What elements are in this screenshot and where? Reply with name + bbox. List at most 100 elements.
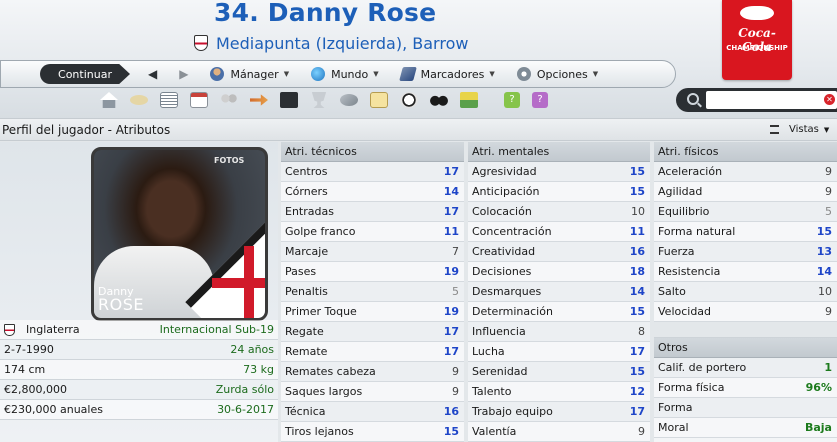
attribute-row[interactable]: Serenidad 15 <box>468 362 650 382</box>
attribute-row[interactable]: Marcaje 7 <box>281 242 464 262</box>
forward-arrow-icon[interactable]: ▶ <box>179 67 188 81</box>
attribute-value: 15 <box>629 365 645 378</box>
info-row-nation: Inglaterra Internacional Sub-19 <box>0 320 278 340</box>
back-arrow-icon[interactable]: ◀ <box>148 67 157 81</box>
attribute-row[interactable]: Técnica 16 <box>281 402 464 422</box>
search-icon[interactable] <box>687 93 699 105</box>
attribute-row[interactable]: Forma natural 15 <box>654 222 837 242</box>
help-purple-icon[interactable]: ? <box>532 92 548 108</box>
attribute-row[interactable]: Golpe franco 11 <box>281 222 464 242</box>
attribute-row[interactable]: Anticipación 15 <box>468 182 650 202</box>
attribute-name: Agresividad <box>472 165 537 178</box>
attribute-row[interactable]: Entradas 17 <box>281 202 464 222</box>
attribute-row[interactable]: Colocación 10 <box>468 202 650 222</box>
attribute-value: 9 <box>638 425 645 438</box>
attribute-row[interactable]: Pases 19 <box>281 262 464 282</box>
attribute-row[interactable]: Desmarques 14 <box>468 282 650 302</box>
calendar-icon[interactable] <box>190 92 208 108</box>
attribute-name: Concentración <box>472 225 552 238</box>
attribute-row[interactable]: Calif. de portero 1 <box>654 358 837 378</box>
attribute-value: 11 <box>443 225 459 238</box>
views-dropdown[interactable]: Vistas ▼ <box>770 124 829 135</box>
attribute-value: 19 <box>443 265 459 278</box>
attribute-row[interactable]: Saques largos 9 <box>281 382 464 402</box>
gear-icon <box>516 67 531 81</box>
binoculars-icon[interactable] <box>430 92 448 108</box>
sponsor-logo: Coca-Cola CHAMPIONSHIP <box>722 0 792 80</box>
nation-cell[interactable]: Inglaterra <box>4 323 80 336</box>
attribute-row[interactable]: Agresividad 15 <box>468 162 650 182</box>
finance-icon[interactable] <box>460 92 478 108</box>
attribute-value: 17 <box>443 345 459 358</box>
help-icon[interactable]: ? <box>504 92 520 108</box>
menu-bookmarks[interactable]: Marcadores ▼ <box>398 67 495 81</box>
info-row-dob: 2-7-1990 24 años <box>0 340 278 360</box>
news-icon[interactable] <box>130 95 148 105</box>
attribute-row[interactable]: Valentía 9 <box>468 422 650 442</box>
attribute-row[interactable]: Remate 17 <box>281 342 464 362</box>
attribute-name: Moral <box>658 421 689 434</box>
menu-manager[interactable]: Mánager ▼ <box>210 67 289 81</box>
attribute-value: 9 <box>452 365 459 378</box>
attribute-value: 15 <box>629 305 645 318</box>
mental-rows: Agresividad 15 Anticipación 15 Colocación 10 C… <box>468 162 650 442</box>
attribute-row[interactable]: Equilibrio 5 <box>654 202 837 222</box>
attribute-name: Influencia <box>472 325 526 338</box>
attribute-row[interactable]: Fuerza 13 <box>654 242 837 262</box>
attribute-row[interactable]: Penaltis 5 <box>281 282 464 302</box>
attribute-row[interactable]: Salto 10 <box>654 282 837 302</box>
attribute-row[interactable]: Forma <box>654 398 837 418</box>
player-subtitle[interactable]: Mediapunta (Izquierda), Barrow <box>216 34 468 53</box>
people-icon[interactable] <box>220 92 238 108</box>
trophy-icon[interactable] <box>311 92 327 108</box>
tactics-icon[interactable] <box>280 92 298 108</box>
attribute-row[interactable]: Regate 17 <box>281 322 464 342</box>
attribute-value: 17 <box>443 325 459 338</box>
attribute-row[interactable]: Moral Baja <box>654 418 837 438</box>
clipboard-icon[interactable] <box>370 92 388 108</box>
attribute-row[interactable]: Creatividad 16 <box>468 242 650 262</box>
attribute-row[interactable]: Tiros lejanos 15 <box>281 422 464 442</box>
attribute-row[interactable]: Córners 14 <box>281 182 464 202</box>
transfer-icon[interactable] <box>250 94 268 106</box>
attribute-value: 5 <box>452 285 459 298</box>
list-icon[interactable] <box>160 92 178 108</box>
attribute-row[interactable]: Aceleración 9 <box>654 162 837 182</box>
attribute-row[interactable]: Centros 17 <box>281 162 464 182</box>
clear-search-icon[interactable]: ✕ <box>824 94 835 105</box>
physical-header: Atri. físicos <box>654 142 837 162</box>
player-subtitle-row: Mediapunta (Izquierda), Barrow <box>194 33 468 53</box>
football-icon[interactable] <box>400 92 418 108</box>
attribute-row[interactable]: Agilidad 9 <box>654 182 837 202</box>
menu-options-label: Opciones <box>536 67 588 81</box>
attribute-row[interactable]: Velocidad 9 <box>654 302 837 322</box>
attribute-row[interactable]: Primer Toque 19 <box>281 302 464 322</box>
menu-options[interactable]: Opciones ▼ <box>516 67 598 81</box>
menu-world[interactable]: Mundo ▼ <box>311 67 379 81</box>
attribute-row[interactable]: Influencia 8 <box>468 322 650 342</box>
attribute-row[interactable]: Lucha 17 <box>468 342 650 362</box>
attribute-name: Calif. de portero <box>658 361 747 374</box>
attribute-name: Aceleración <box>658 165 723 178</box>
attribute-row[interactable]: Decisiones 18 <box>468 262 650 282</box>
attribute-row[interactable]: Trabajo equipo 17 <box>468 402 650 422</box>
info-row-value: €2,800,000 Zurda sólo <box>0 380 278 400</box>
home-icon[interactable] <box>100 92 118 108</box>
player-last-name: ROSE <box>98 295 144 314</box>
attribute-value: 17 <box>629 345 645 358</box>
club-badge-icon[interactable] <box>194 35 208 51</box>
attribute-row[interactable]: Forma física 96% <box>654 378 837 398</box>
attribute-row[interactable]: Resistencia 14 <box>654 262 837 282</box>
person-icon <box>210 67 225 81</box>
attribute-row[interactable]: Concentración 11 <box>468 222 650 242</box>
attribute-row[interactable]: Determinación 15 <box>468 302 650 322</box>
weight: 73 kg <box>243 363 274 376</box>
chevron-down-icon: ▼ <box>373 70 379 78</box>
attribute-row[interactable]: Talento 12 <box>468 382 650 402</box>
scout-icon[interactable] <box>340 94 358 106</box>
attribute-row[interactable]: Remates cabeza 9 <box>281 362 464 382</box>
continue-button[interactable]: Continuar <box>40 64 130 84</box>
search-input[interactable] <box>706 91 837 109</box>
menu-world-label: Mundo <box>331 67 369 81</box>
england-flag-cross <box>212 278 265 288</box>
